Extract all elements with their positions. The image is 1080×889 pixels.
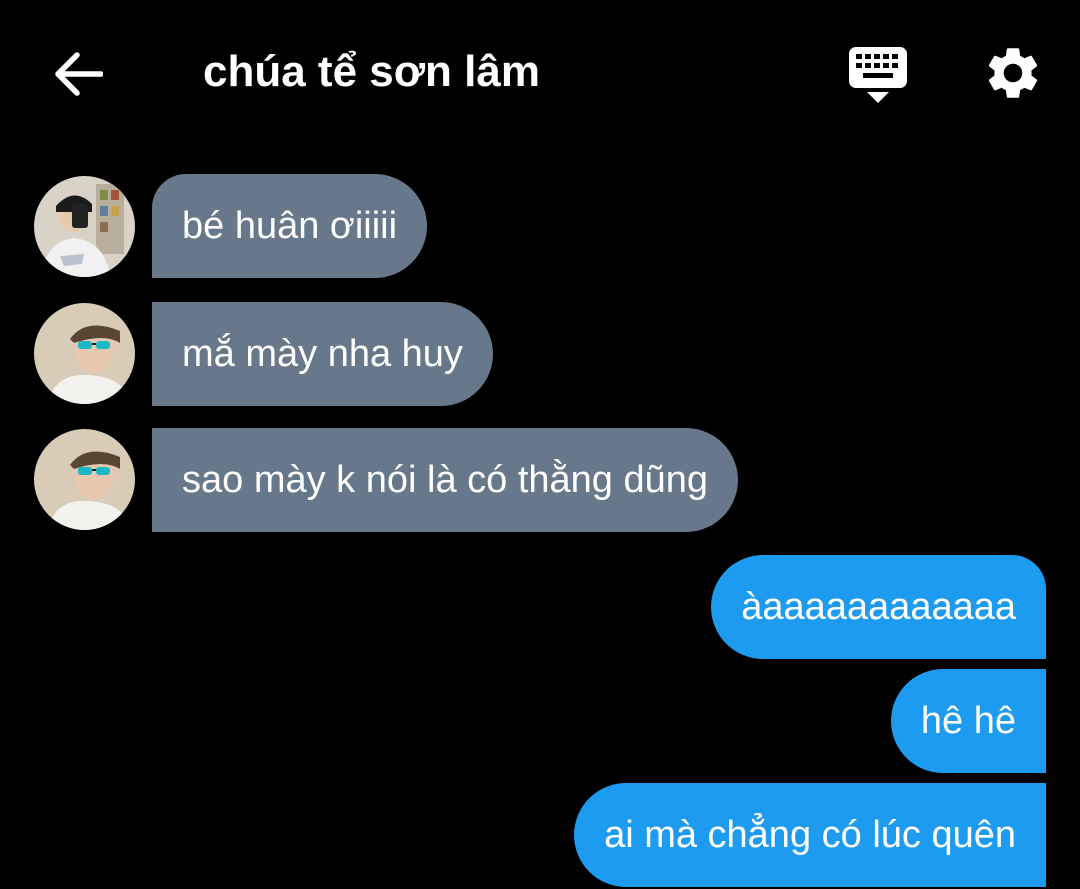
message-bubble-outgoing[interactable]: àaaaaaaaaaaaa [711, 555, 1046, 659]
avatar[interactable] [34, 176, 135, 277]
settings-button[interactable] [982, 42, 1044, 104]
gear-icon [988, 48, 1038, 98]
avatar-photo [34, 429, 135, 530]
avatar-photo [34, 303, 135, 404]
message-bubble-incoming[interactable]: bé huân ơiiiii [152, 174, 428, 278]
message-bubble-outgoing[interactable]: hê hê [890, 669, 1046, 773]
chat-header: chúa tể sơn lâm [0, 0, 1080, 140]
keyboard-toggle-button[interactable] [846, 44, 910, 106]
message-text: ai mà chẳng có lúc quên [604, 814, 1016, 856]
chat-title: chúa tể sơn lâm [203, 47, 540, 96]
back-button[interactable] [48, 44, 108, 104]
keyboard-hide-icon [849, 47, 907, 103]
message-bubble-incoming[interactable]: mắ mày nha huy [152, 302, 493, 406]
message-text: àaaaaaaaaaaaa [741, 586, 1016, 628]
message-text: sao mày k nói là có thằng dũng [182, 459, 709, 501]
message-text: hê hê [920, 700, 1016, 742]
arrow-left-icon [55, 52, 103, 96]
avatar[interactable] [34, 303, 135, 404]
message-bubble-incoming[interactable]: sao mày k nói là có thằng dũng [152, 428, 739, 532]
avatar[interactable] [34, 429, 135, 530]
avatar-photo [34, 176, 135, 277]
message-text: mắ mày nha huy [182, 333, 463, 375]
message-bubble-outgoing[interactable]: ai mà chẳng có lúc quên [574, 783, 1046, 887]
message-text: bé huân ơiiiii [182, 205, 398, 247]
